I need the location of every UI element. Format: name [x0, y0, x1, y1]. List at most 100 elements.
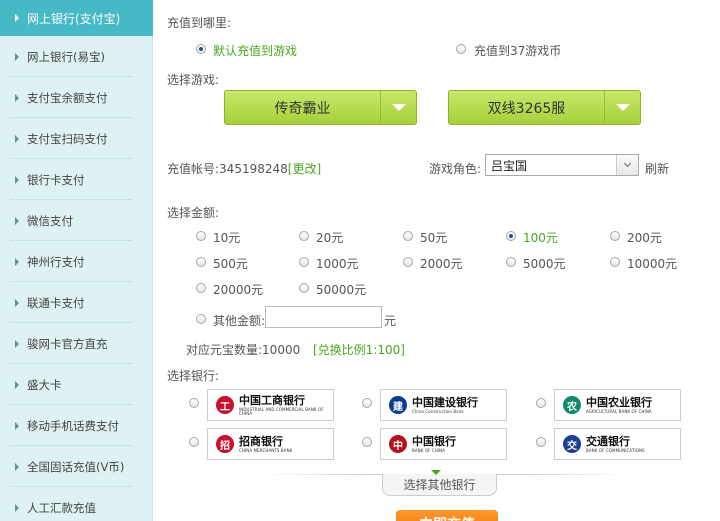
arrow-right-icon	[15, 503, 19, 512]
radio-amount-1000[interactable]	[299, 257, 309, 267]
sidebar-item-wechat[interactable]: 微信支付	[0, 200, 153, 241]
bank-name-cn: 中国银行	[412, 434, 456, 448]
bank-name-cn: 中国农业银行	[586, 395, 652, 409]
radio-amount-10000[interactable]	[610, 257, 620, 267]
caret-down-icon	[431, 470, 441, 475]
radio-amount-200[interactable]	[610, 231, 620, 241]
amount-label-500: 500元	[213, 257, 248, 271]
sidebar-item-alipay-qr[interactable]: 支付宝扫码支付	[0, 118, 153, 159]
payment-method-sidebar: 网上银行(支付宝) 网上银行(易宝) 支付宝余额支付 支付宝扫码支付 银行卡支付…	[0, 0, 153, 521]
bank-name-en: China Construction Bank	[412, 408, 464, 414]
bank-name-cn: 中国工商银行	[239, 393, 305, 407]
radio-amount-10[interactable]	[196, 231, 206, 241]
bank-option-icbc[interactable]: 工 中国工商银行 INDUSTRIAL AND COMMERCIAL BANK O…	[207, 389, 334, 421]
sidebar-item-mobile-bill[interactable]: 移动手机话费支付	[0, 405, 153, 446]
cmb-logo-icon: 招	[216, 435, 234, 453]
radio-amount-2000[interactable]	[403, 257, 413, 267]
arrow-right-icon	[15, 52, 19, 61]
sidebar-item-label: 网上银行(易宝)	[27, 49, 105, 64]
radio-bank-abc[interactable]	[536, 398, 546, 408]
radio-bank-bocom[interactable]	[536, 437, 546, 447]
bank-name: 中国银行 BANK OF CHINA	[412, 436, 456, 453]
radio-amount-other[interactable]	[196, 314, 206, 324]
caret-down-icon	[604, 91, 640, 124]
sidebar-item-label: 支付宝余额支付	[27, 90, 108, 105]
bank-option-abc[interactable]: 农 中国农业银行 AGRICULTURAL BANK OF CHINA	[554, 389, 681, 421]
arrow-right-icon	[15, 216, 19, 225]
sidebar-item-label: 移动手机话费支付	[27, 418, 119, 433]
account-number: 345198248	[219, 162, 288, 176]
sidebar-item-manual-transfer[interactable]: 人工汇款充值	[0, 487, 153, 521]
sidebar-item-label: 人工汇款充值	[27, 500, 96, 515]
other-amount-label: 其他金额:	[213, 314, 266, 328]
sidebar-item-bank-card[interactable]: 银行卡支付	[0, 159, 153, 200]
amount-label-5000: 5000元	[523, 257, 566, 271]
server-dropdown[interactable]: 双线3265服	[448, 90, 641, 125]
radio-amount-500[interactable]	[196, 257, 206, 267]
abc-logo-icon: 农	[563, 396, 581, 414]
bank-name-cn: 招商银行	[239, 434, 283, 448]
amount-heading: 选择金额:	[167, 206, 220, 220]
sidebar-item-landline-vcoin[interactable]: 全国固话充值(V币)	[0, 446, 153, 487]
bank-name-cn: 中国建设银行	[412, 395, 478, 409]
amount-label-20000: 20000元	[213, 283, 264, 297]
arrow-right-icon	[15, 93, 19, 102]
sidebar-item-label: 骏网卡官方直充	[27, 336, 108, 351]
bank-option-cmb[interactable]: 招 招商银行 CHINA MERCHANTS BANK	[207, 428, 334, 460]
bank-option-boc[interactable]: 中 中国银行 BANK OF CHINA	[380, 428, 507, 460]
radio-amount-20[interactable]	[299, 231, 309, 241]
sidebar-item-unicom-card[interactable]: 联通卡支付	[0, 282, 153, 323]
bank-name: 交通银行 BANK OF COMMUNICATIONS	[586, 436, 645, 453]
radio-default-game[interactable]	[196, 44, 206, 54]
arrow-right-icon	[15, 380, 19, 389]
radio-37-coin[interactable]	[456, 44, 466, 54]
submit-recharge-button[interactable]: 立即充值	[396, 510, 498, 521]
more-banks-button[interactable]: 选择其他银行	[382, 474, 497, 496]
game-select-heading: 选择游戏:	[167, 73, 220, 87]
sidebar-item-label: 盛大卡	[27, 377, 62, 392]
recharge-target-heading: 充值到哪里:	[167, 16, 232, 30]
radio-bank-boc[interactable]	[362, 437, 372, 447]
game-dropdown[interactable]: 传奇霸业	[224, 90, 417, 125]
option-37-coin-label: 充值到37游戏币	[474, 44, 562, 58]
arrow-right-icon	[15, 339, 19, 348]
boc-logo-icon: 中	[389, 435, 407, 453]
chevron-down-icon	[616, 155, 638, 175]
account-label-text: 充值帐号:	[167, 162, 220, 176]
radio-bank-icbc[interactable]	[189, 398, 199, 408]
sidebar-item-yeepay-bank[interactable]: 网上银行(易宝)	[0, 36, 153, 77]
radio-amount-20000[interactable]	[196, 283, 206, 293]
radio-bank-cmb[interactable]	[189, 437, 199, 447]
sidebar-item-junnet-card[interactable]: 骏网卡官方直充	[0, 323, 153, 364]
sidebar-item-label: 支付宝扫码支付	[27, 131, 108, 146]
option-default-game-label: 默认充值到游戏	[213, 44, 298, 58]
sidebar-item-shenzhouxing[interactable]: 神州行支付	[0, 241, 153, 282]
other-amount-input[interactable]	[265, 306, 382, 328]
radio-amount-100[interactable]	[506, 231, 516, 241]
radio-amount-50000[interactable]	[299, 283, 309, 293]
bank-option-ccb[interactable]: 建 中国建设银行 China Construction Bank	[380, 389, 507, 421]
sidebar-item-shanda-card[interactable]: 盛大卡	[0, 364, 153, 405]
radio-amount-5000[interactable]	[506, 257, 516, 267]
role-select[interactable]: 吕宝国	[485, 154, 639, 176]
role-label: 游戏角色:	[429, 162, 482, 176]
ccb-logo-icon: 建	[389, 396, 407, 414]
bank-name-en: CHINA MERCHANTS BANK	[239, 447, 293, 453]
role-select-value: 吕宝国	[491, 158, 528, 173]
sidebar-item-alipay-balance[interactable]: 支付宝余额支付	[0, 77, 153, 118]
bank-heading: 选择银行:	[167, 369, 220, 383]
bank-name: 中国工商银行 INDUSTRIAL AND COMMERCIAL BANK OF …	[239, 395, 333, 416]
amount-label-100: 100元	[523, 231, 558, 245]
change-account-link[interactable]: [更改]	[288, 162, 321, 176]
radio-bank-ccb[interactable]	[362, 398, 372, 408]
server-dropdown-value: 双线3265服	[487, 100, 566, 117]
sidebar-item-alipay-bank[interactable]: 网上银行(支付宝)	[0, 0, 153, 36]
arrow-right-icon	[15, 462, 19, 471]
bank-option-bocom[interactable]: 交 交通银行 BANK OF COMMUNICATIONS	[554, 428, 681, 460]
exchange-ratio: [兑换比例1:100]	[313, 343, 405, 357]
sidebar-item-label: 微信支付	[27, 213, 73, 228]
amount-label-2000: 2000元	[420, 257, 463, 271]
refresh-link[interactable]: 刷新	[645, 160, 669, 177]
bank-name: 中国农业银行 AGRICULTURAL BANK OF CHINA	[586, 397, 652, 414]
radio-amount-50[interactable]	[403, 231, 413, 241]
